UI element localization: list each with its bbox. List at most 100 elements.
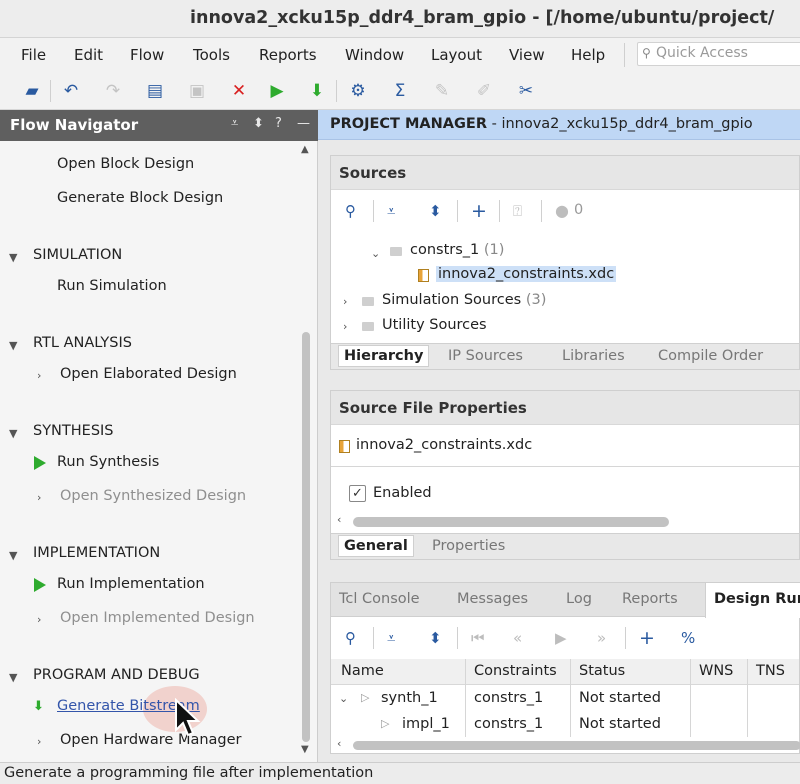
tab-hierarchy[interactable]: Hierarchy xyxy=(338,345,430,367)
column-status[interactable]: Status xyxy=(579,663,625,679)
tab-general[interactable]: General xyxy=(338,535,414,557)
percent-icon[interactable]: % xyxy=(681,629,695,647)
disabled-tool-icon[interactable]: ✎ xyxy=(431,80,453,102)
tree-constrs[interactable]: constrs_1 (1) xyxy=(410,242,504,258)
flow-navigator-header: Flow Navigator ⩡ ⬍ ? — xyxy=(0,110,318,141)
menu-edit[interactable]: Edit xyxy=(74,46,103,64)
tree-constraints-file[interactable]: innova2_constraints.xdc xyxy=(436,266,617,282)
run-icon[interactable]: ▶ xyxy=(266,80,288,102)
scroll-left-icon[interactable]: ‹ xyxy=(337,737,341,750)
collapse-all-icon[interactable]: ⩡ xyxy=(387,629,395,647)
column-constraints[interactable]: Constraints xyxy=(474,663,557,679)
section-simulation[interactable]: SIMULATION xyxy=(33,247,122,263)
tab-reports[interactable]: Reports xyxy=(622,591,678,607)
chevron-right-icon[interactable]: › xyxy=(343,320,347,333)
scroll-left-icon[interactable]: ‹ xyxy=(337,513,341,526)
tree-utility-sources[interactable]: Utility Sources xyxy=(382,317,487,333)
delete-icon[interactable]: ✕ xyxy=(228,80,250,102)
paste-icon[interactable]: ▣ xyxy=(186,80,208,102)
source-file-properties-title: Source File Properties xyxy=(339,399,527,417)
open-project-icon[interactable]: ▰ xyxy=(21,80,43,102)
nav-scrollbar[interactable]: ▲ ▼ xyxy=(298,144,314,758)
nav-open-implemented-design[interactable]: Open Implemented Design xyxy=(60,610,255,626)
menu-help[interactable]: Help xyxy=(571,46,605,64)
flow-navigator-panel: Flow Navigator ⩡ ⬍ ? — Open Block Design… xyxy=(0,110,318,762)
chevron-down-icon[interactable]: ⌄ xyxy=(371,247,380,260)
chevron-down-icon[interactable]: ▼ xyxy=(9,549,17,562)
menu-reports[interactable]: Reports xyxy=(259,46,317,64)
tab-tcl-console[interactable]: Tcl Console xyxy=(339,591,420,607)
add-icon[interactable]: + xyxy=(471,200,487,222)
redo-icon[interactable]: ↷ xyxy=(102,80,124,102)
sigma-icon[interactable]: Σ xyxy=(389,80,411,102)
chevron-down-icon[interactable]: ▼ xyxy=(9,427,17,440)
expand-all-icon[interactable]: ⬍ xyxy=(429,629,442,647)
search-icon[interactable]: ⚲ xyxy=(345,629,356,647)
nav-run-synthesis[interactable]: Run Synthesis xyxy=(57,454,159,470)
tab-ip-sources[interactable]: IP Sources xyxy=(448,348,523,364)
tree-simulation-sources[interactable]: Simulation Sources (3) xyxy=(382,292,546,308)
menu-file[interactable]: File xyxy=(21,46,46,64)
nav-open-synthesized-design[interactable]: Open Synthesized Design xyxy=(60,488,246,504)
chevron-down-icon[interactable]: ▼ xyxy=(9,671,17,684)
menu-window[interactable]: Window xyxy=(345,46,404,64)
section-synthesis[interactable]: SYNTHESIS xyxy=(33,423,114,439)
chevron-right-icon[interactable]: › xyxy=(37,369,41,382)
help-icon[interactable]: ? xyxy=(275,116,282,131)
scroll-up-icon[interactable]: ▲ xyxy=(301,144,309,155)
search-icon[interactable]: ⚲ xyxy=(345,202,356,220)
autoconnect-icon[interactable]: ✂ xyxy=(515,80,537,102)
section-rtl-analysis[interactable]: RTL ANALYSIS xyxy=(33,335,132,351)
minimize-icon[interactable]: — xyxy=(297,116,310,131)
disabled-tool-icon[interactable]: ✐ xyxy=(473,80,495,102)
collapse-all-icon[interactable]: ⩡ xyxy=(387,202,395,220)
play-icon: ▶ xyxy=(555,629,567,647)
nav-open-block-design[interactable]: Open Block Design xyxy=(57,156,194,172)
menu-tools[interactable]: Tools xyxy=(193,46,230,64)
undo-icon[interactable]: ↶ xyxy=(60,80,82,102)
quick-access-input[interactable]: ⚲ Quick Access xyxy=(637,42,800,66)
column-name[interactable]: Name xyxy=(341,663,384,679)
horizontal-scroll-thumb[interactable] xyxy=(353,517,669,527)
tab-log[interactable]: Log xyxy=(566,591,592,607)
tab-compile-order[interactable]: Compile Order xyxy=(658,348,763,364)
column-tns[interactable]: TNS xyxy=(756,663,785,679)
tab-design-runs[interactable]: Design Run xyxy=(705,583,800,618)
copy-icon[interactable]: ▤ xyxy=(144,80,166,102)
column-wns[interactable]: WNS xyxy=(699,663,733,679)
enabled-checkbox[interactable]: ✓ xyxy=(349,485,366,502)
project-name: innova2_xcku15p_ddr4_bram_gpio xyxy=(501,116,753,132)
scroll-down-icon[interactable]: ▼ xyxy=(301,744,309,755)
horizontal-scroll-thumb[interactable] xyxy=(353,741,800,750)
nav-open-hardware-manager[interactable]: Open Hardware Manager xyxy=(60,732,242,748)
nav-run-implementation[interactable]: Run Implementation xyxy=(57,576,205,592)
expand-all-icon[interactable]: ⬍ xyxy=(429,202,442,220)
section-program-and-debug[interactable]: PROGRAM AND DEBUG xyxy=(33,667,200,683)
toolbar-divider xyxy=(625,627,626,649)
chevron-down-icon[interactable]: ⌄ xyxy=(339,692,348,705)
sources-panel: Sources ⚲ ⩡ ⬍ + ⍰ ● 0 ⌄ constrs_1 (1) in… xyxy=(330,155,800,370)
nav-generate-block-design[interactable]: Generate Block Design xyxy=(57,190,223,206)
chevron-down-icon[interactable]: ▼ xyxy=(9,251,17,264)
tab-messages[interactable]: Messages xyxy=(457,591,528,607)
chevron-down-icon[interactable]: ▼ xyxy=(9,339,17,352)
collapse-all-icon[interactable]: ⩡ xyxy=(231,116,238,131)
tab-libraries[interactable]: Libraries xyxy=(562,348,625,364)
tab-properties[interactable]: Properties xyxy=(432,538,505,554)
expand-all-icon[interactable]: ⬍ xyxy=(253,116,264,131)
scroll-thumb[interactable] xyxy=(302,332,310,742)
add-icon[interactable]: + xyxy=(639,627,655,649)
menu-flow[interactable]: Flow xyxy=(130,46,164,64)
program-icon[interactable]: ⬇ xyxy=(306,80,328,102)
menu-view[interactable]: View xyxy=(509,46,545,64)
nav-run-simulation[interactable]: Run Simulation xyxy=(57,278,167,294)
section-implementation[interactable]: IMPLEMENTATION xyxy=(33,545,160,561)
nav-open-elaborated-design[interactable]: Open Elaborated Design xyxy=(60,366,237,382)
chevron-right-icon[interactable]: › xyxy=(37,735,41,748)
toolbar-divider xyxy=(457,200,458,222)
settings-icon[interactable]: ⚙ xyxy=(347,80,369,102)
menu-layout[interactable]: Layout xyxy=(431,46,482,64)
toolbar-divider xyxy=(50,80,51,102)
status-dot-icon: ● xyxy=(555,201,569,220)
chevron-right-icon[interactable]: › xyxy=(343,295,347,308)
